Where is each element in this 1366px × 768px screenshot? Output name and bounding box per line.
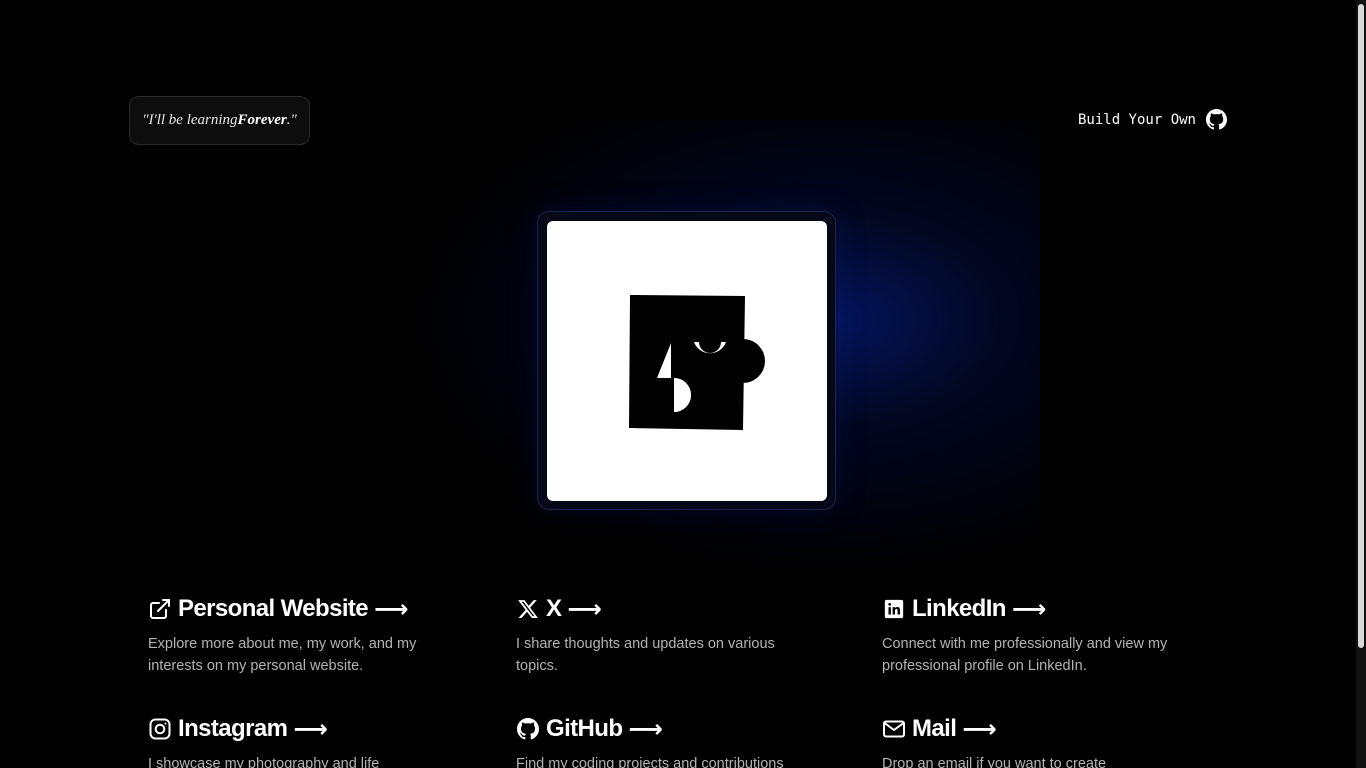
link-card-x[interactable]: X ⟶ I share thoughts and updates on vari… bbox=[516, 593, 816, 677]
link-card-personal-website[interactable]: Personal Website ⟶ Explore more about me… bbox=[148, 593, 448, 677]
scrollbar-thumb[interactable] bbox=[1358, 4, 1364, 648]
github-icon bbox=[516, 717, 540, 741]
mail-icon bbox=[882, 717, 906, 741]
arrow-right-icon: ⟶ bbox=[962, 715, 997, 743]
link-title: LinkedIn bbox=[912, 595, 1006, 622]
arrow-right-icon: ⟶ bbox=[374, 595, 408, 623]
arrow-right-icon: ⟶ bbox=[293, 715, 328, 743]
link-description: Drop an email if you want to create bbox=[882, 756, 1107, 768]
avatar-logo bbox=[547, 221, 827, 501]
linkedin-link[interactable]: LinkedIn ⟶ bbox=[882, 593, 1182, 625]
external-link-icon bbox=[148, 597, 172, 621]
mail-link[interactable]: Mail ⟶ bbox=[882, 713, 1182, 745]
arrow-right-icon: ⟶ bbox=[628, 715, 663, 743]
link-card-linkedin[interactable]: LinkedIn ⟶ Connect with me professionall… bbox=[882, 593, 1182, 677]
link-description: I showcase my photography and life bbox=[148, 756, 380, 768]
quote-emphasis: Forever bbox=[237, 112, 287, 128]
link-card-instagram[interactable]: Instagram ⟶ I showcase my photography an… bbox=[148, 713, 448, 768]
link-card-mail[interactable]: Mail ⟶ Drop an email if you want to crea… bbox=[882, 713, 1182, 768]
instagram-icon bbox=[148, 717, 172, 741]
avatar-frame bbox=[537, 211, 836, 510]
scrollbar[interactable] bbox=[1356, 0, 1366, 768]
quote-badge: "I'll be learning Forever ." bbox=[129, 96, 310, 145]
link-title: Mail bbox=[912, 715, 957, 742]
quote-prefix: "I'll be learning bbox=[142, 112, 238, 128]
instagram-link[interactable]: Instagram ⟶ bbox=[148, 713, 448, 745]
build-your-own-label: Build Your Own bbox=[1077, 111, 1196, 128]
arrow-right-icon: ⟶ bbox=[567, 595, 602, 623]
x-link[interactable]: X ⟶ bbox=[516, 593, 816, 625]
link-description: Explore more about me, my work, and my i… bbox=[148, 636, 417, 674]
link-title: Personal Website bbox=[178, 595, 369, 622]
link-title: Instagram bbox=[178, 715, 288, 742]
link-title: GitHub bbox=[546, 715, 623, 742]
link-description: Connect with me professionally and view … bbox=[882, 636, 1168, 674]
github-icon bbox=[1206, 109, 1227, 130]
link-description: Find my coding projects and contribution… bbox=[516, 756, 784, 768]
link-description: I share thoughts and updates on various … bbox=[516, 636, 775, 674]
x-logo-icon bbox=[516, 597, 540, 621]
github-link[interactable]: GitHub ⟶ bbox=[516, 713, 816, 745]
page: "I'll be learning Forever ." Build Your O… bbox=[0, 0, 1366, 768]
quote-suffix: ." bbox=[286, 112, 297, 128]
linkedin-icon bbox=[882, 597, 906, 621]
personal-website-link[interactable]: Personal Website ⟶ bbox=[148, 593, 448, 625]
arrow-right-icon: ⟶ bbox=[1011, 595, 1046, 623]
build-your-own-link[interactable]: Build Your Own bbox=[1078, 109, 1227, 130]
link-card-github[interactable]: GitHub ⟶ Find my coding projects and con… bbox=[516, 713, 816, 768]
link-title: X bbox=[546, 595, 562, 622]
